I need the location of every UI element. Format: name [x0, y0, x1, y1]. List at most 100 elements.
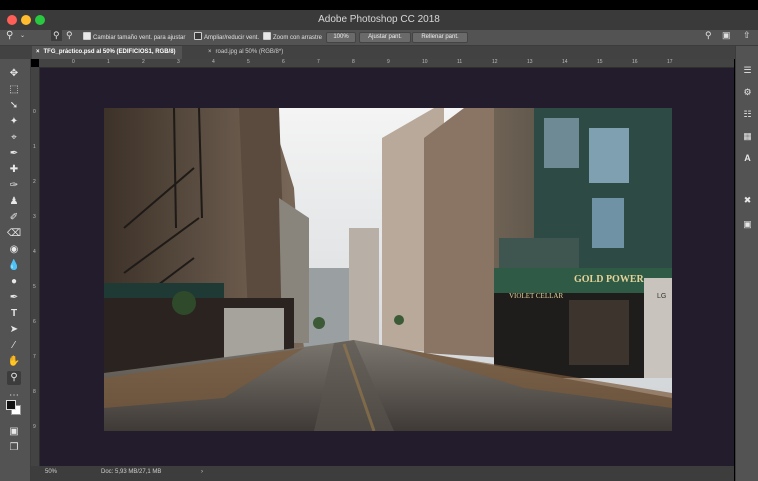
resize-windows-option[interactable]: Cambiar tamaño vent. para ajustar — [83, 32, 185, 41]
ruler-label: 1 — [33, 144, 36, 150]
ruler-label: 8 — [352, 59, 355, 65]
gold-power-sign: GOLD POWER — [574, 274, 645, 285]
chevron-down-icon[interactable]: ⌄ — [20, 32, 25, 39]
zoom-tool-icon[interactable]: ⚲ — [7, 371, 21, 385]
foreground-color-swatch[interactable] — [6, 400, 16, 410]
tools-preset-icon[interactable]: ✖ — [741, 194, 754, 206]
zoom-tool-icon[interactable]: ⚲ — [6, 30, 13, 41]
path-selection-tool-icon[interactable]: ➤ — [7, 323, 21, 337]
ruler-label: 5 — [247, 59, 250, 65]
resize-windows-label: Cambiar tamaño vent. para ajustar — [93, 35, 186, 41]
ruler-label: 14 — [562, 59, 568, 65]
window-title: Adobe Photoshop CC 2018 — [318, 14, 440, 25]
quick-mask-icon[interactable]: ▣ — [7, 425, 21, 439]
close-tab-icon[interactable]: × — [36, 49, 40, 55]
scrubby-zoom-option[interactable]: Zoom con arrastre — [263, 32, 322, 41]
share-icon[interactable]: ⇧ — [743, 30, 751, 41]
ruler-label: 15 — [597, 59, 603, 65]
ruler-label: 12 — [492, 59, 498, 65]
move-tool-icon[interactable]: ✥ — [7, 67, 21, 81]
ruler-label: 7 — [317, 59, 320, 65]
crop-tool-icon[interactable]: ⌖ — [7, 131, 21, 145]
cellar-sign: VIOLET CELLAR — [509, 292, 563, 300]
scrubby-zoom-label: Zoom con arrastre — [273, 35, 323, 41]
layers-panel-icon[interactable]: ▣ — [741, 218, 754, 230]
zoom-in-icon[interactable]: ⚲ — [51, 30, 62, 41]
hand-tool-icon[interactable]: ✋ — [7, 355, 21, 369]
quick-selection-tool-icon[interactable]: ✦ — [7, 115, 21, 129]
tab-label: road.jpg al 50% (RGB/8*) — [215, 49, 284, 55]
ruler-label: 10 — [422, 59, 428, 65]
vertical-ruler: 0 1 2 3 4 5 6 7 8 9 — [31, 67, 40, 466]
ruler-label: 4 — [212, 59, 215, 65]
libraries-panel-icon[interactable]: ▦ — [741, 130, 754, 142]
top-black-strip — [0, 0, 758, 10]
properties-panel-icon[interactable]: ☷ — [741, 108, 754, 120]
zoom-all-option[interactable]: Ampliar/reducir vent. — [194, 32, 259, 41]
ruler-label: 1 — [107, 59, 110, 65]
adjustments-panel-icon[interactable]: ⚙ — [741, 86, 754, 98]
paint-bucket-tool-icon[interactable]: ◉ — [7, 243, 21, 257]
dodge-tool-icon[interactable]: ● — [7, 275, 21, 289]
tab-tfg-practico[interactable]: × TFG_práctico.psd al 50% (EDIFICIOS1, RG… — [32, 46, 182, 59]
blur-tool-icon[interactable]: 💧 — [7, 259, 21, 273]
status-bar: 50% Doc: 5,93 MB/27,1 MB › — [31, 466, 734, 481]
right-panel-dock: ☰ ⚙ ☷ ▦ A ✖ ▣ — [735, 46, 758, 481]
workspace-icon[interactable]: ▣ — [722, 30, 731, 41]
character-panel-icon[interactable]: A — [741, 152, 754, 164]
eyedropper-tool-icon[interactable]: ✒ — [7, 147, 21, 161]
lasso-tool-icon[interactable]: ➘ — [7, 99, 21, 113]
ruler-label: 0 — [72, 59, 75, 65]
zoom-out-icon[interactable]: ⚲ — [66, 30, 73, 41]
document-tab-bar: × TFG_práctico.psd al 50% (EDIFICIOS1, RG… — [0, 46, 758, 59]
ruler-label: 9 — [33, 424, 36, 430]
zoom-100-button[interactable]: 100% — [326, 32, 356, 43]
search-icon[interactable]: ⚲ — [705, 30, 712, 41]
eraser-tool-icon[interactable]: ⌫ — [7, 227, 21, 241]
ruler-label: 5 — [33, 284, 36, 290]
zoom-all-checkbox[interactable] — [194, 32, 202, 40]
ruler-label: 6 — [33, 319, 36, 325]
screen-mode-icon[interactable]: ❐ — [7, 441, 21, 455]
ruler-label: 7 — [33, 354, 36, 360]
tab-road[interactable]: × road.jpg al 50% (RGB/8*) — [202, 46, 289, 59]
clone-stamp-tool-icon[interactable]: ♟ — [7, 195, 21, 209]
ruler-label: 3 — [177, 59, 180, 65]
ruler-label: 2 — [33, 179, 36, 185]
options-bar: ⚲ ⌄ ⚲ ⚲ Cambiar tamaño vent. para ajusta… — [0, 30, 758, 46]
close-tab-icon[interactable]: × — [208, 49, 212, 55]
zoom-all-label: Ampliar/reducir vent. — [204, 35, 260, 41]
ruler-label: 6 — [282, 59, 285, 65]
ruler-label: 8 — [33, 389, 36, 395]
healing-brush-tool-icon[interactable]: ✚ — [7, 163, 21, 177]
ruler-label: 17 — [667, 59, 673, 65]
doc-size-readout: Doc: 5,93 MB/27,1 MB — [101, 469, 162, 475]
title-bar: Adobe Photoshop CC 2018 — [0, 10, 758, 31]
fit-screen-button[interactable]: Ajustar pant. — [359, 32, 411, 43]
horizontal-ruler: 0 1 2 3 4 5 6 7 8 9 10 11 12 13 14 15 16… — [39, 59, 734, 68]
resize-windows-checkbox[interactable] — [83, 32, 91, 40]
chevron-right-icon[interactable]: › — [201, 469, 203, 475]
tab-label: TFG_práctico.psd al 50% (EDIFICIOS1, RGB… — [43, 49, 176, 55]
marquee-tool-icon[interactable]: ⬚ — [7, 83, 21, 97]
ruler-label: 0 — [33, 109, 36, 115]
lg-sign: LG — [657, 293, 666, 300]
zoom-readout[interactable]: 50% — [45, 469, 57, 475]
history-brush-tool-icon[interactable]: ✐ — [7, 211, 21, 225]
street-photo-art: GOLD POWER VIOLET CELLAR LG — [104, 108, 672, 431]
tools-panel: ✥ ⬚ ➘ ✦ ⌖ ✒ ✚ ✑ ♟ ✐ ⌫ ◉ 💧 ● ✒ T ➤ ⁄ ✋ ⚲ … — [0, 59, 31, 481]
ruler-label: 4 — [33, 249, 36, 255]
ruler-label: 9 — [387, 59, 390, 65]
line-tool-icon[interactable]: ⁄ — [7, 339, 21, 353]
ruler-label: 2 — [142, 59, 145, 65]
type-tool-icon[interactable]: T — [7, 307, 21, 321]
fill-screen-button[interactable]: Rellenar pant. — [412, 32, 468, 43]
street-photo[interactable]: GOLD POWER VIOLET CELLAR LG — [104, 108, 672, 431]
ruler-label: 3 — [33, 214, 36, 220]
ruler-label: 13 — [527, 59, 533, 65]
brush-tool-icon[interactable]: ✑ — [7, 179, 21, 193]
pen-tool-icon[interactable]: ✒ — [7, 291, 21, 305]
ruler-label: 11 — [457, 59, 463, 65]
scrubby-zoom-checkbox[interactable] — [263, 32, 271, 40]
history-panel-icon[interactable]: ☰ — [741, 64, 754, 76]
